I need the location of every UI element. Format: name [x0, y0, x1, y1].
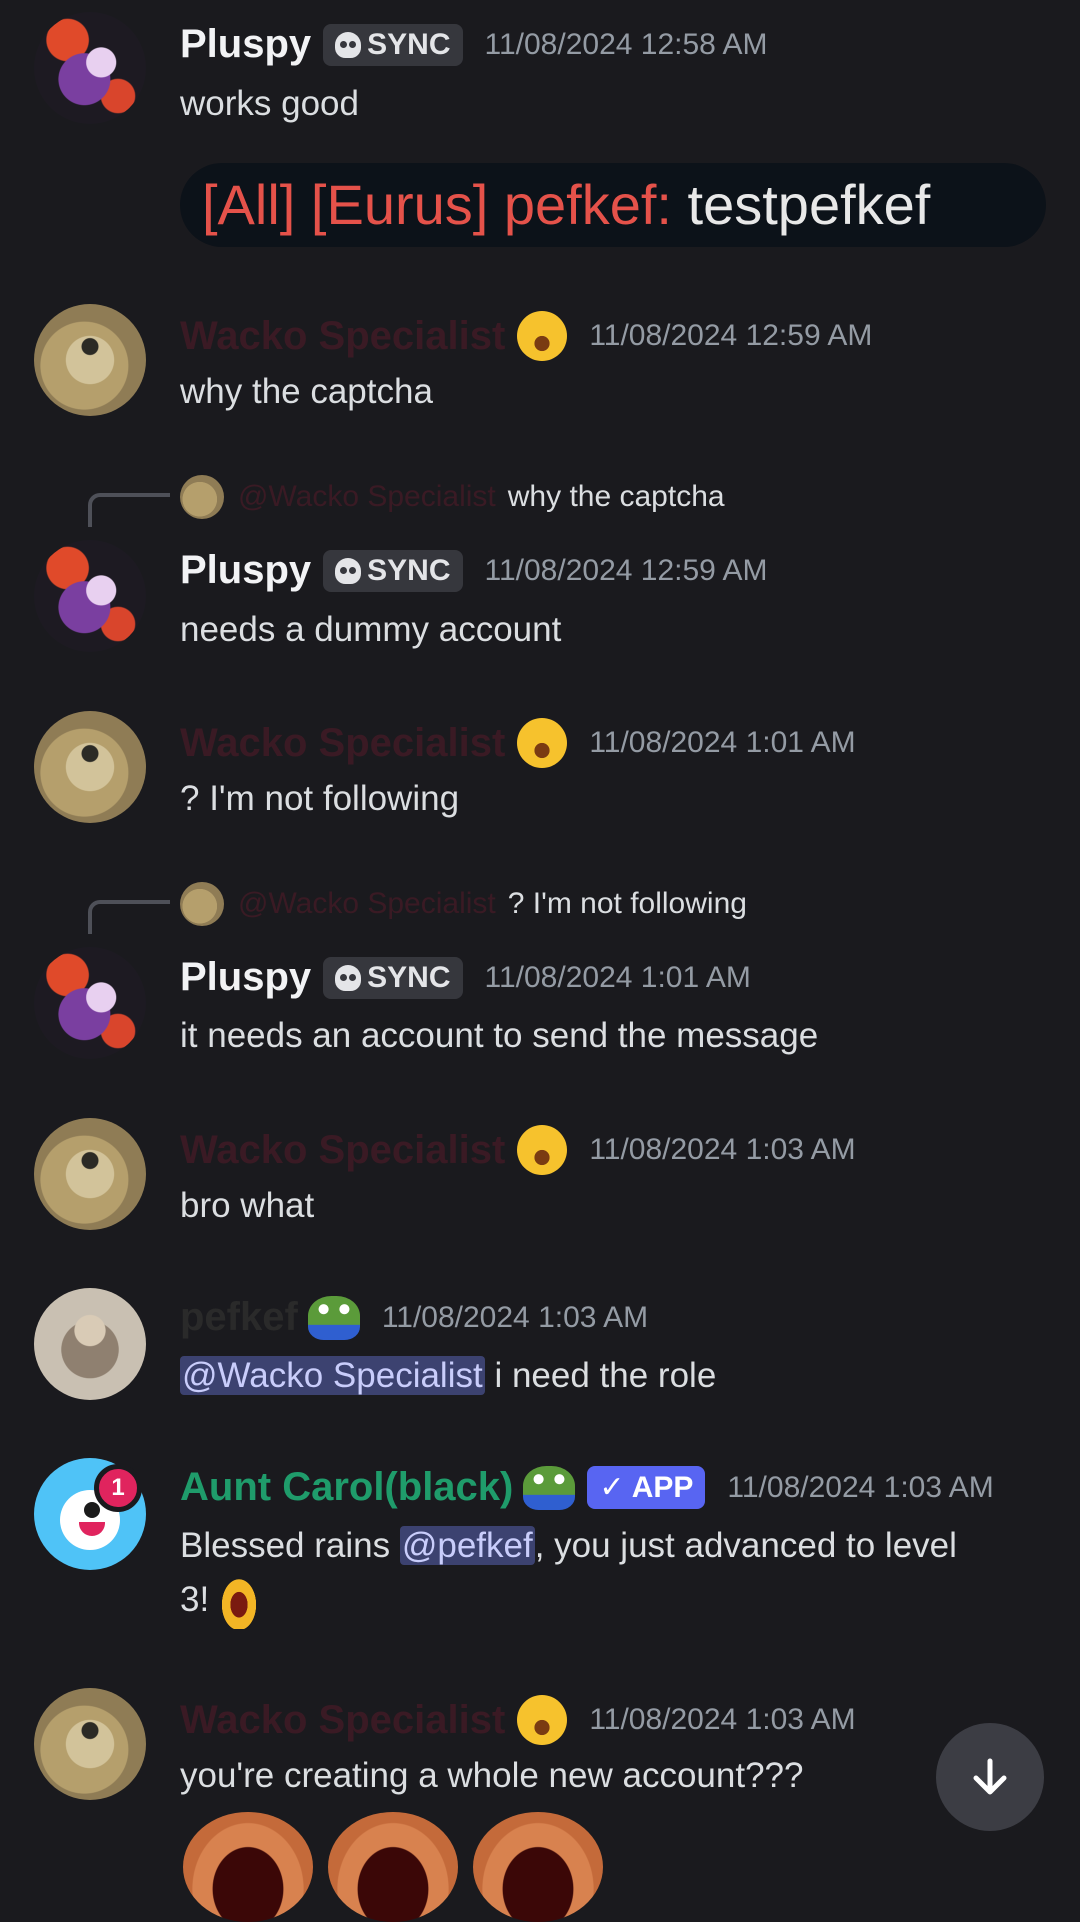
game-chat-body: testpefkef [687, 173, 931, 236]
message-text: why the captcha [180, 372, 433, 411]
server-tag[interactable]: SYNC [323, 23, 463, 66]
avatar[interactable] [34, 947, 146, 1059]
app-badge[interactable]: ✓ APP [587, 1466, 706, 1509]
message-text: it needs an account to send the message [180, 1016, 819, 1055]
author-name[interactable]: Pluspy [180, 22, 311, 67]
timestamp: 11/08/2024 12:59 AM [589, 319, 873, 352]
reply-preview[interactable]: @Wacko Specialist why the captcha [180, 475, 725, 519]
message-text: @Wacko Specialist i need the role [180, 1349, 716, 1403]
reply-connector [88, 493, 170, 527]
reply-text: ? I'm not following [507, 887, 747, 920]
rofl-emoji [517, 1125, 568, 1175]
author-name[interactable]: Pluspy [180, 548, 311, 593]
author-name[interactable]: pefkef [180, 1295, 298, 1340]
author-name[interactable]: Wacko Specialist [180, 721, 505, 766]
rofl-emoji [517, 718, 568, 768]
avatar[interactable] [34, 711, 146, 823]
author-name[interactable]: Wacko Specialist [180, 1698, 505, 1743]
avatar[interactable] [34, 540, 146, 652]
avatar[interactable] [34, 1288, 146, 1400]
sticker-emoji [328, 1812, 458, 1922]
skull-icon [335, 557, 362, 584]
avatar-eye [84, 1502, 100, 1518]
message-text: you're creating a whole new account??? [180, 1756, 804, 1795]
author-name[interactable]: Pluspy [180, 955, 311, 1000]
server-tag-label: SYNC [367, 27, 451, 61]
message-text: ? I'm not following [180, 779, 460, 818]
reply-preview[interactable]: @Wacko Specialist ? I'm not following [180, 882, 747, 926]
author-name[interactable]: Wacko Specialist [180, 1128, 505, 1173]
reply-avatar [180, 475, 224, 519]
skull-icon [335, 964, 362, 991]
reply-mention: @Wacko Specialist [238, 480, 496, 513]
scroll-to-bottom-button[interactable] [936, 1723, 1044, 1831]
timestamp: 11/08/2024 1:03 AM [589, 1133, 856, 1166]
skull-icon [335, 31, 362, 58]
timestamp: 11/08/2024 1:03 AM [727, 1470, 994, 1504]
author-name[interactable]: Wacko Specialist [180, 314, 505, 359]
notification-badge: 1 [94, 1464, 142, 1512]
game-chat-embed: [All] [Eurus] pefkef: testpefkef [180, 163, 1046, 247]
timestamp: 11/08/2024 1:03 AM [381, 1300, 649, 1334]
pepe-emoji [523, 1465, 576, 1510]
timestamp: 11/08/2024 1:03 AM [589, 1703, 856, 1736]
user-mention[interactable]: @pefkef [399, 1526, 535, 1565]
arrow-down-icon [973, 1758, 1007, 1795]
sticker-emoji [183, 1812, 313, 1922]
timestamp: 11/08/2024 1:01 AM [484, 960, 751, 994]
avatar[interactable]: 1 [34, 1458, 146, 1570]
reply-mention: @Wacko Specialist [238, 887, 496, 920]
server-tag-label: SYNC [367, 553, 451, 587]
reply-connector [88, 900, 170, 934]
server-tag-label: SYNC [367, 960, 451, 994]
message-text: works good [180, 84, 359, 123]
server-tag[interactable]: SYNC [323, 549, 463, 592]
message-text: Blessed rains @pefkef, you just advanced… [180, 1519, 1040, 1629]
rofl-emoji [517, 311, 568, 361]
server-tag[interactable]: SYNC [323, 956, 463, 999]
reply-text: why the captcha [507, 480, 725, 513]
timestamp: 11/08/2024 1:01 AM [589, 726, 856, 759]
avatar[interactable] [34, 1688, 146, 1800]
message-body: i need the role [494, 1356, 717, 1395]
avatar[interactable] [34, 304, 146, 416]
author-name[interactable]: Aunt Carol(black) [180, 1465, 513, 1510]
timestamp: 11/08/2024 12:59 AM [484, 553, 768, 587]
avatar[interactable] [34, 1118, 146, 1230]
pepe-emoji [307, 1295, 360, 1340]
sticker-emoji [473, 1812, 603, 1922]
message-text: needs a dummy account [180, 610, 562, 649]
user-mention[interactable]: @Wacko Specialist [180, 1356, 485, 1395]
message-body: 3! [180, 1580, 210, 1619]
scream-emoji [219, 1574, 260, 1629]
avatar[interactable] [34, 12, 146, 124]
rofl-emoji [517, 1695, 568, 1745]
reply-avatar [180, 882, 224, 926]
game-chat-prefix: [All] [Eurus] pefkef: [202, 173, 672, 236]
message-body: , you just advanced to level [534, 1526, 957, 1565]
timestamp: 11/08/2024 12:58 AM [484, 27, 768, 61]
message-body: Blessed rains [180, 1526, 400, 1565]
message-text: bro what [180, 1186, 315, 1225]
